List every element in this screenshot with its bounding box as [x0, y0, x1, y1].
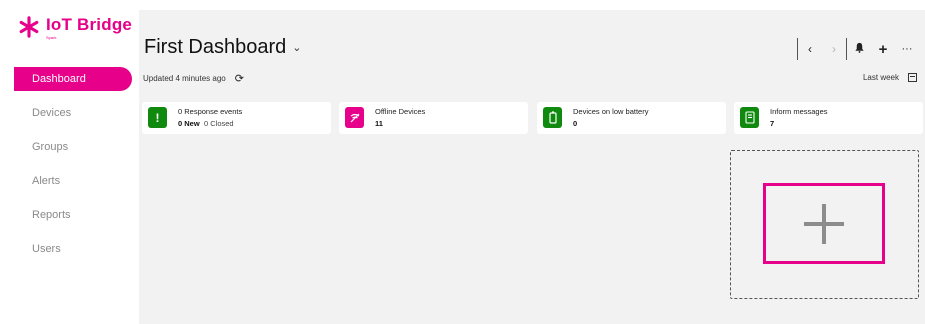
- card-label: Inform messages: [770, 107, 828, 116]
- message-icon: [740, 107, 759, 128]
- sidebar-item-users[interactable]: Users: [14, 237, 132, 261]
- brand-name: IoT Bridge: [46, 15, 133, 34]
- offline-signal-icon: [345, 107, 364, 128]
- bell-icon: [854, 42, 864, 53]
- updated-text: Updated 4 minutes ago: [143, 74, 226, 83]
- more-options-button[interactable]: ···: [895, 43, 919, 55]
- date-range-label: Last week: [862, 73, 899, 82]
- dashboard-title-dropdown[interactable]: First Dashboard ⌄: [144, 36, 302, 59]
- calendar-icon: [908, 73, 917, 82]
- alert-bell-button[interactable]: [847, 42, 871, 56]
- exclamation-icon: !: [148, 107, 167, 128]
- plus-icon: [804, 203, 844, 244]
- spark-star-icon: [19, 16, 39, 38]
- add-widget-button[interactable]: +: [871, 41, 895, 58]
- inform-messages-card[interactable]: Inform messages 7: [734, 102, 923, 134]
- low-battery-card[interactable]: Devices on low battery 0: [537, 102, 726, 134]
- card-label: Devices on low battery: [573, 107, 649, 116]
- sidebar: IoT Bridge Spark Dashboard Devices Group…: [0, 0, 138, 324]
- refresh-icon[interactable]: ⟳: [235, 72, 244, 85]
- card-label: 0 Response events: [178, 107, 243, 116]
- card-value: 7: [770, 119, 775, 128]
- sidebar-nav: Dashboard Devices Groups Alerts Reports …: [14, 67, 132, 271]
- card-value-secondary: 0 Closed: [204, 119, 234, 128]
- offline-devices-card[interactable]: Offline Devices 11: [339, 102, 528, 134]
- sidebar-item-dashboard[interactable]: Dashboard: [14, 67, 132, 91]
- card-value: 0: [573, 119, 578, 128]
- brand-logo[interactable]: IoT Bridge Spark: [18, 16, 132, 40]
- brand-sub: Spark: [46, 35, 57, 40]
- dashboard-panel: First Dashboard ⌄ ‹ › + ··· Updated 4 mi…: [139, 10, 925, 324]
- add-widget-tile[interactable]: [730, 150, 919, 299]
- sidebar-item-reports[interactable]: Reports: [14, 203, 132, 227]
- previous-dashboard-button[interactable]: ‹: [798, 42, 822, 56]
- battery-icon: [543, 107, 562, 128]
- sidebar-item-groups[interactable]: Groups: [14, 135, 132, 159]
- card-label: Offline Devices: [375, 107, 426, 116]
- summary-cards: ! 0 Response events 0 New 0 Closed Offli…: [139, 102, 925, 134]
- card-value: 0 New: [178, 119, 200, 128]
- add-widget-target[interactable]: [763, 183, 885, 264]
- sidebar-item-alerts[interactable]: Alerts: [14, 169, 132, 193]
- response-events-card[interactable]: ! 0 Response events 0 New 0 Closed: [142, 102, 331, 134]
- card-value: 11: [375, 119, 383, 128]
- next-dashboard-button[interactable]: ›: [822, 42, 846, 56]
- date-range-selector[interactable]: Last week: [863, 73, 917, 82]
- sidebar-item-devices[interactable]: Devices: [14, 101, 132, 125]
- last-updated: Updated 4 minutes ago ⟳: [143, 72, 244, 85]
- chevron-down-icon: ⌄: [292, 42, 302, 54]
- page-title: First Dashboard: [144, 36, 287, 58]
- toolbar: ‹ › + ···: [797, 38, 919, 60]
